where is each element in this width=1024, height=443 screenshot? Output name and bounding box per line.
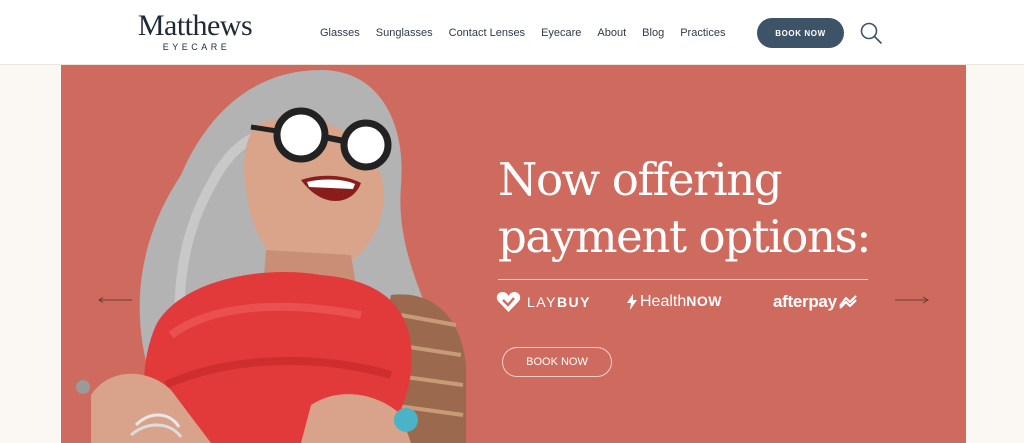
site-logo[interactable]: Matthews EYECARE [129,9,261,53]
nav-glasses[interactable]: Glasses [320,27,360,39]
laybuy-text-buy: BUY [556,294,591,310]
hero-portrait-image [76,70,466,443]
healthnow-text-health: Health [640,293,687,310]
nav-practices[interactable]: Practices [680,27,725,39]
nav-eyecare[interactable]: Eyecare [541,27,581,39]
main-nav: Glasses Sunglasses Contact Lenses Eyecar… [320,27,741,39]
hero-banner: Now offering payment options: LAYBUY Hea… [61,65,966,443]
nav-contact-lenses[interactable]: Contact Lenses [449,27,525,39]
hero-book-now-button[interactable]: BOOK NOW [502,347,612,377]
laybuy-heart-icon [496,292,521,312]
payment-partners: LAYBUY HealthNOW afterpay [496,287,871,317]
afterpay-text: afterpay [773,292,837,311]
headline-divider [498,279,868,280]
arrow-right-icon[interactable] [895,296,929,304]
logo-wordmark: Matthews [137,9,253,42]
laybuy-text-lay: LAY [527,294,557,310]
arrow-left-icon[interactable] [98,297,132,303]
nav-sunglasses[interactable]: Sunglasses [376,27,433,39]
search-icon[interactable] [859,21,883,45]
logo-subtitle: EYECARE [162,42,231,52]
afterpay-logo: afterpay [773,287,859,317]
headline-line-1: Now offering [498,153,783,206]
healthnow-logo: HealthNOW [627,287,722,317]
laybuy-logo: LAYBUY [496,287,591,317]
header-book-now-button[interactable]: BOOK NOW [757,18,844,48]
healthnow-text-now: NOW [686,293,722,309]
afterpay-loop-icon [838,295,857,309]
nav-about[interactable]: About [597,27,626,39]
lightning-icon [627,294,637,310]
headline-line-2: payment options: [498,210,871,263]
site-header: Matthews EYECARE Glasses Sunglasses Cont… [0,0,1024,65]
nav-blog[interactable]: Blog [642,27,664,39]
hero-headline: Now offering payment options: [498,151,898,265]
